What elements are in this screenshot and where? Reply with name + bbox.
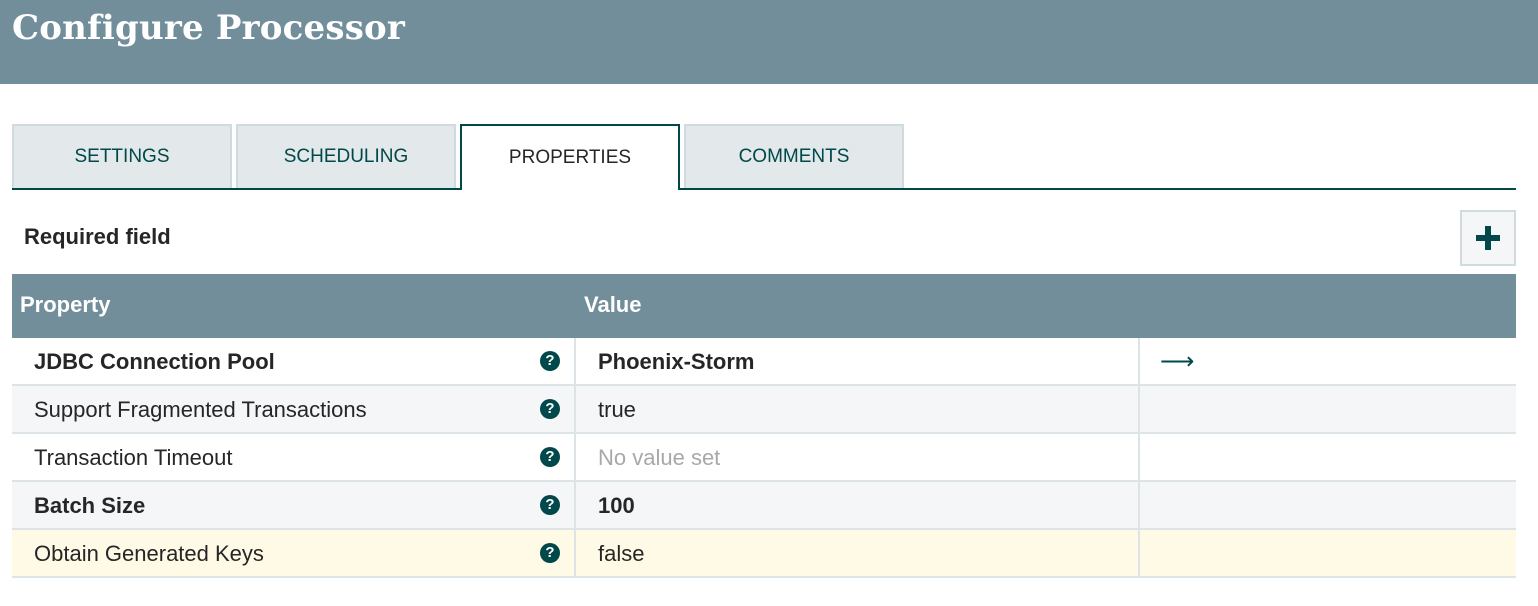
properties-table: Property Value JDBC Connection Pool ? Ph… [12,274,1516,578]
plus-icon [1476,226,1500,250]
cell-divider [1138,482,1140,528]
tab-underline [12,188,1516,190]
tab-comments[interactable]: COMMENTS [684,124,904,188]
go-to-service-arrow-icon[interactable]: ⟶ [1160,347,1194,376]
required-field-label: Required field [24,224,171,249]
help-icon[interactable]: ? [540,399,560,419]
property-name: Batch Size [34,493,146,518]
property-name: Transaction Timeout [34,445,233,470]
cell-divider [574,482,576,528]
tab-bar: SETTINGS SCHEDULING PROPERTIES COMMENTS [12,124,1516,190]
column-header-property: Property [20,292,111,317]
tab-properties[interactable]: PROPERTIES [460,124,680,190]
help-icon[interactable]: ? [540,495,560,515]
dialog-header: Configure Processor [0,0,1538,84]
help-icon[interactable]: ? [540,351,560,371]
table-row-selected[interactable]: Obtain Generated Keys ? false [12,530,1516,578]
column-header-value: Value [584,292,642,317]
property-name: Support Fragmented Transactions [34,397,367,422]
property-name: Obtain Generated Keys [34,541,264,566]
add-property-button[interactable] [1460,210,1516,266]
tab-settings[interactable]: SETTINGS [12,124,232,188]
property-value[interactable]: false [598,541,644,567]
table-row[interactable]: Support Fragmented Transactions ? true [12,386,1516,434]
cell-divider [1138,386,1140,432]
cell-divider [574,338,576,384]
table-row[interactable]: Batch Size ? 100 [12,482,1516,530]
table-header: Property Value [12,274,1516,338]
cell-divider [574,434,576,480]
cell-divider [1138,530,1140,576]
table-row[interactable]: JDBC Connection Pool ? Phoenix-Storm ⟶ [12,338,1516,386]
table-row[interactable]: Transaction Timeout ? No value set [12,434,1516,482]
property-value[interactable]: Phoenix-Storm [598,349,754,375]
help-icon[interactable]: ? [540,543,560,563]
help-icon[interactable]: ? [540,447,560,467]
tab-scheduling[interactable]: SCHEDULING [236,124,456,188]
property-value[interactable]: No value set [598,445,720,471]
property-name: JDBC Connection Pool [34,349,275,374]
dialog-title: Configure Processor [12,8,406,48]
cell-divider [574,386,576,432]
cell-divider [1138,338,1140,384]
cell-divider [574,530,576,576]
cell-divider [1138,434,1140,480]
property-value[interactable]: 100 [598,493,635,519]
property-value[interactable]: true [598,397,636,423]
